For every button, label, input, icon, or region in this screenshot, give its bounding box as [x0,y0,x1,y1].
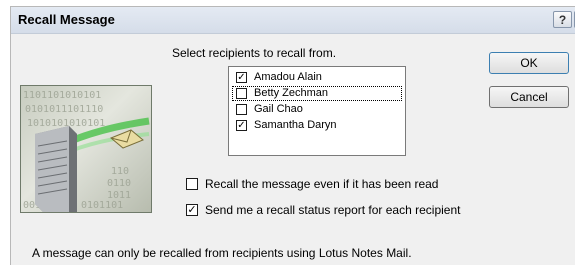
recall-if-read-checkbox[interactable] [186,178,198,190]
recipient-checkbox[interactable]: ✓ [236,72,247,83]
recipient-name: Gail Chao [254,103,303,115]
binary-text: 0101011101110 [25,104,103,115]
recipients-list[interactable]: ✓ Amadou Alain Betty Zechman Gail Chao ✓… [228,66,406,156]
recipient-name: Betty Zechman [254,87,328,99]
recipient-item[interactable]: ✓ Amadou Alain [232,70,402,85]
title-bar: Recall Message ? ✕ [11,7,575,34]
recipient-name: Amadou Alain [254,71,322,83]
ok-button[interactable]: OK [489,52,569,74]
binary-text: 0110 [107,178,131,189]
recipient-name: Samantha Daryn [254,119,337,131]
binary-text: 0101101 [81,200,123,211]
recipient-checkbox[interactable] [236,88,247,99]
binary-text: 1101101010101 [23,90,101,101]
help-button[interactable]: ? [553,11,572,28]
footer-note: A message can only be recalled from reci… [32,246,412,260]
recipient-item[interactable]: ✓ Samantha Daryn [232,118,402,133]
recall-if-read-label: Recall the message even if it has been r… [205,177,439,191]
dialog-title: Recall Message [18,12,115,27]
server-envelope-graphic: 1101101010101 0101011101110 101010101010… [23,90,150,212]
recipient-item[interactable]: Gail Chao [232,102,402,117]
status-report-checkbox[interactable]: ✓ [186,204,198,216]
recipient-checkbox[interactable]: ✓ [236,120,247,131]
binary-text: 110 [111,166,129,177]
recipients-prompt: Select recipients to recall from. [172,46,337,60]
cancel-button[interactable]: Cancel [489,86,569,108]
recipient-item[interactable]: Betty Zechman [232,86,402,101]
status-report-label: Send me a recall status report for each … [205,203,461,217]
mail-server-illustration: 1101101010101 0101011101110 101010101010… [20,85,152,213]
recipient-checkbox[interactable] [236,104,247,115]
